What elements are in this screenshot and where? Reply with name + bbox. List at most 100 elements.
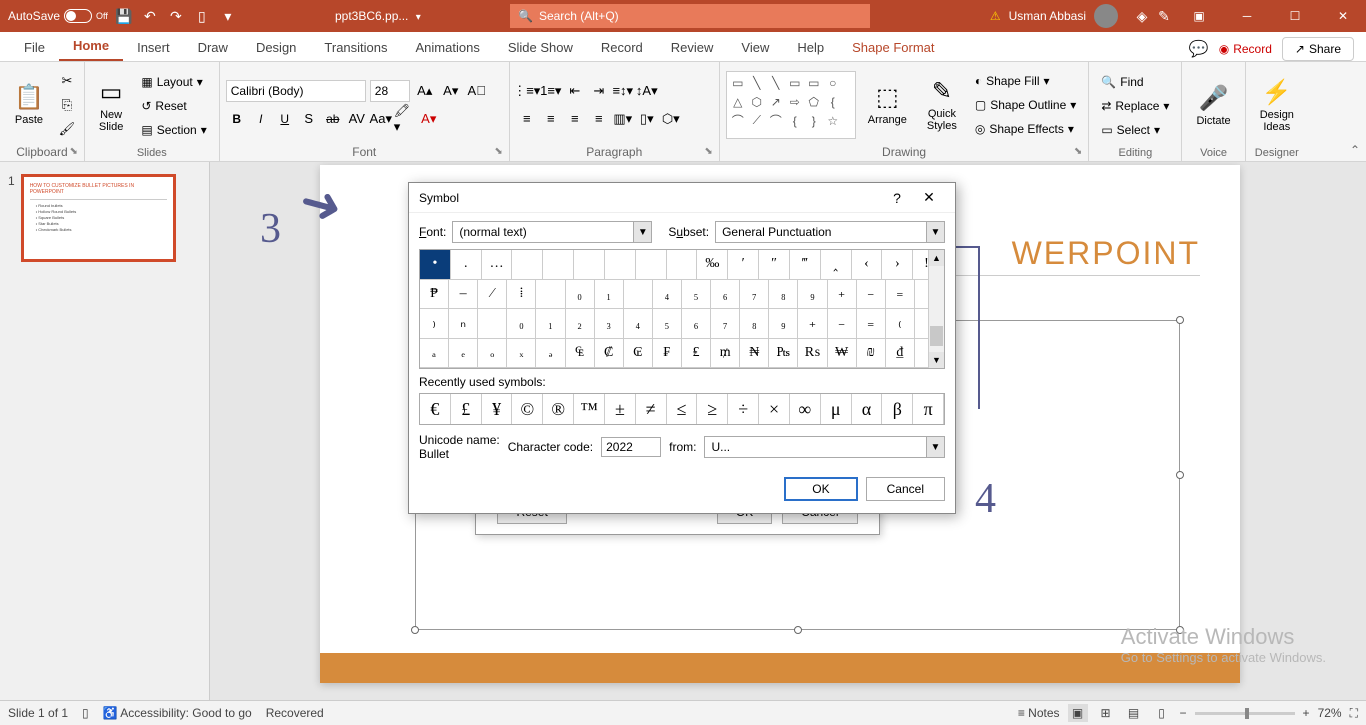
- recent-symbol-cell[interactable]: £: [451, 394, 482, 424]
- handle-icon[interactable]: [794, 626, 802, 634]
- symbol-cell[interactable]: ₀: [566, 280, 595, 309]
- normal-view-icon[interactable]: ▣: [1068, 704, 1088, 722]
- notes-button[interactable]: ≡ Notes: [1018, 706, 1060, 720]
- arrange-button[interactable]: ⬚Arrange: [860, 70, 915, 140]
- symbol-cell[interactable]: ₁: [536, 309, 565, 338]
- font-name-select[interactable]: [226, 80, 366, 102]
- title-menu-icon[interactable]: ▾: [416, 12, 421, 23]
- recent-symbol-cell[interactable]: ©: [512, 394, 543, 424]
- tab-record[interactable]: Record: [587, 34, 657, 61]
- symbol-cell[interactable]: [636, 250, 667, 279]
- increase-indent-icon[interactable]: ⇥: [588, 80, 610, 102]
- symbol-cell[interactable]: ₈: [769, 280, 798, 309]
- slide-thumbnail-1[interactable]: HOW TO CUSTOMIZE BULLET PICTURES IN POWE…: [21, 174, 176, 262]
- symbol-cell[interactable]: ₱: [420, 280, 449, 309]
- symbol-cell[interactable]: ₋: [857, 280, 886, 309]
- dictate-button[interactable]: 🎤Dictate: [1188, 71, 1238, 141]
- shadow-button[interactable]: S: [298, 108, 320, 130]
- save-icon[interactable]: 💾: [114, 6, 134, 26]
- zoom-slider[interactable]: [1195, 712, 1295, 715]
- symbol-cell[interactable]: ′: [728, 250, 759, 279]
- scroll-up-icon[interactable]: ▲: [929, 250, 944, 266]
- symbol-cell[interactable]: ₇: [711, 309, 740, 338]
- tab-design[interactable]: Design: [242, 34, 310, 61]
- font-size-select[interactable]: [370, 80, 410, 102]
- recent-symbol-cell[interactable]: ¥: [482, 394, 513, 424]
- symbol-cell[interactable]: ₔ: [536, 339, 565, 368]
- diamond-icon[interactable]: ◈: [1132, 6, 1152, 26]
- recent-symbol-cell[interactable]: μ: [821, 394, 852, 424]
- tab-slideshow[interactable]: Slide Show: [494, 34, 587, 61]
- clipboard-launcher-icon[interactable]: ⬊: [70, 146, 78, 157]
- tab-help[interactable]: Help: [783, 34, 838, 61]
- recent-symbol-cell[interactable]: ÷: [728, 394, 759, 424]
- align-center-icon[interactable]: ≡: [540, 108, 562, 130]
- select-button[interactable]: ▭ Select ▾: [1095, 119, 1175, 141]
- symbol-cell[interactable]: ₠: [566, 339, 595, 368]
- symbol-cell[interactable]: ₦: [740, 339, 769, 368]
- bold-button[interactable]: B: [226, 108, 248, 130]
- line-spacing-icon[interactable]: ≡↕▾: [612, 80, 634, 102]
- layout-button[interactable]: ▦ Layout ▾: [135, 71, 212, 93]
- increase-font-icon[interactable]: A▴: [414, 80, 436, 102]
- symbol-cell[interactable]: ₧: [769, 339, 798, 368]
- symbol-cell[interactable]: ″: [759, 250, 790, 279]
- drawing-launcher-icon[interactable]: ⬊: [1074, 146, 1082, 157]
- change-case-icon[interactable]: Aa▾: [370, 108, 392, 130]
- decrease-font-icon[interactable]: A▾: [440, 80, 462, 102]
- subset-combo[interactable]: General Punctuation▼: [715, 221, 945, 243]
- align-right-icon[interactable]: ≡: [564, 108, 586, 130]
- record-button[interactable]: ◉ Record: [1219, 42, 1272, 56]
- strikethrough-button[interactable]: ab: [322, 108, 344, 130]
- dialog-titlebar[interactable]: Symbol ? ✕: [409, 183, 955, 213]
- recent-symbol-cell[interactable]: €: [420, 394, 451, 424]
- symbol-cell[interactable]: ₂: [566, 309, 595, 338]
- tab-shape-format[interactable]: Shape Format: [838, 34, 948, 61]
- symbol-cell[interactable]: ₥: [711, 339, 740, 368]
- symbol-cell[interactable]: ₒ: [478, 339, 507, 368]
- replace-button[interactable]: ⇄ Replace ▾: [1095, 95, 1175, 117]
- underline-button[interactable]: U: [274, 108, 296, 130]
- symbol-grid[interactable]: •.…‰′″‴‸‹›‼₱‒⁄⁞₀₁₄₅₆₇₈₉₊₋₌₍₎ₙ₀₁₂₃₄₅₆₇₈₉₊…: [419, 249, 945, 369]
- symbol-cell[interactable]: ₡: [595, 339, 624, 368]
- shape-outline-button[interactable]: ▢ Shape Outline ▾: [969, 94, 1082, 116]
- italic-button[interactable]: I: [250, 108, 272, 130]
- close-dialog-icon[interactable]: ✕: [913, 189, 945, 206]
- symbol-cell[interactable]: ₃: [595, 309, 624, 338]
- share-button[interactable]: ↗ Share: [1282, 37, 1354, 61]
- symbol-cell[interactable]: ₀: [507, 309, 536, 338]
- language-icon[interactable]: ▯: [82, 706, 89, 720]
- smartart-icon[interactable]: ⬡▾: [660, 108, 682, 130]
- numbering-icon[interactable]: 1≡▾: [540, 80, 562, 102]
- shape-fill-button[interactable]: ◐ Shape Fill ▾: [969, 70, 1082, 92]
- comments-icon[interactable]: 💬: [1189, 39, 1209, 59]
- symbol-cell[interactable]: [667, 250, 698, 279]
- font-color-icon[interactable]: A▾: [418, 108, 440, 130]
- symbol-cell[interactable]: [624, 280, 653, 309]
- symbol-cell[interactable]: ⁞: [507, 280, 536, 309]
- font-combo[interactable]: (normal text)▼: [452, 221, 652, 243]
- recent-symbol-cell[interactable]: ±: [605, 394, 636, 424]
- search-input[interactable]: [539, 9, 862, 23]
- decrease-indent-icon[interactable]: ⇤: [564, 80, 586, 102]
- recent-symbol-cell[interactable]: π: [913, 394, 944, 424]
- symbol-cell[interactable]: [536, 280, 565, 309]
- symbol-cell[interactable]: ₄: [653, 280, 682, 309]
- recent-symbol-cell[interactable]: β: [882, 394, 913, 424]
- symbol-cell[interactable]: [574, 250, 605, 279]
- symbol-cell[interactable]: ₓ: [507, 339, 536, 368]
- recent-symbol-cell[interactable]: ®: [543, 394, 574, 424]
- handle-icon[interactable]: [411, 626, 419, 634]
- help-icon[interactable]: ?: [881, 190, 913, 206]
- symbol-cell[interactable]: [478, 309, 507, 338]
- zoom-out-icon[interactable]: −: [1180, 706, 1187, 720]
- symbol-cell[interactable]: ›: [882, 250, 913, 279]
- handle-icon[interactable]: [1176, 471, 1184, 479]
- symbol-cell[interactable]: ₆: [711, 280, 740, 309]
- symbol-cell[interactable]: ₢: [624, 339, 653, 368]
- symbol-cell[interactable]: ₐ: [420, 339, 449, 368]
- align-left-icon[interactable]: ≡: [516, 108, 538, 130]
- symbol-cell[interactable]: ₎: [420, 309, 449, 338]
- symbol-cell[interactable]: ⁄: [478, 280, 507, 309]
- reading-view-icon[interactable]: ▤: [1124, 704, 1144, 722]
